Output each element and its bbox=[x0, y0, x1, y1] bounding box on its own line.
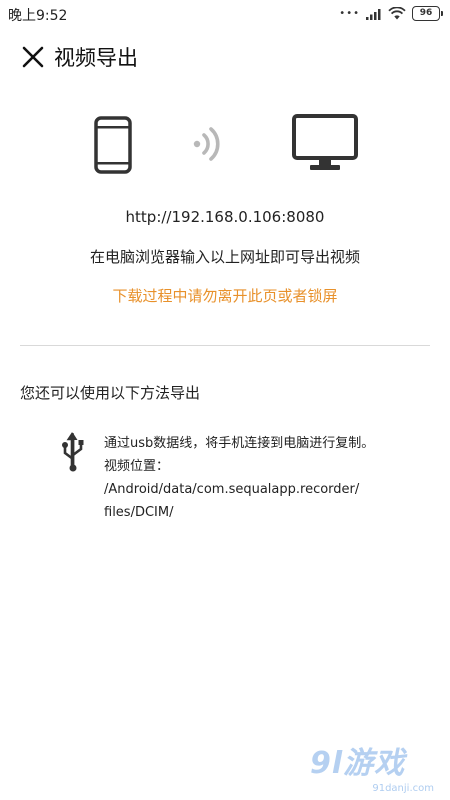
usb-instructions: 通过usb数据线，将手机连接到电脑进行复制。 视频位置： /Android/da… bbox=[104, 432, 424, 524]
wifi-signal-icon bbox=[193, 127, 220, 161]
usb-icon bbox=[62, 432, 84, 472]
alternative-methods-title: 您还可以使用以下方法导出 bbox=[20, 384, 201, 402]
monitor-icon bbox=[292, 114, 358, 170]
watermark-main: 9l游戏 bbox=[310, 746, 406, 781]
divider bbox=[20, 345, 430, 346]
notification-dots-icon: ••• bbox=[339, 8, 360, 19]
cellular-signal-icon bbox=[366, 8, 381, 20]
usb-line: 通过usb数据线，将手机连接到电脑进行复制。 bbox=[104, 436, 375, 451]
status-time: 晚上9:52 bbox=[8, 8, 68, 24]
instruction-text: 在电脑浏览器输入以上网址即可导出视频 bbox=[89, 248, 360, 266]
transfer-illustration bbox=[0, 110, 450, 180]
video-path-line1: /Android/data/com.sequalapp.recorder/ bbox=[104, 482, 360, 497]
battery-icon: 96 bbox=[412, 6, 443, 21]
status-bar: 晚上9:52 ••• 96 bbox=[0, 0, 450, 28]
close-icon bbox=[22, 46, 44, 68]
close-button[interactable] bbox=[20, 44, 46, 70]
video-path-line2: files/DCIM/ bbox=[104, 505, 174, 520]
status-icons: ••• 96 bbox=[339, 6, 443, 21]
wifi-icon bbox=[388, 7, 406, 20]
phone-icon bbox=[94, 116, 132, 174]
warning-text: 下载过程中请勿离开此页或者锁屏 bbox=[112, 287, 338, 305]
server-url[interactable]: http://192.168.0.106:8080 bbox=[0, 208, 450, 226]
location-label: 视频位置： bbox=[104, 459, 170, 474]
watermark-sub: 91danji.com bbox=[372, 783, 434, 794]
header: 视频导出 bbox=[20, 42, 138, 72]
page-title: 视频导出 bbox=[54, 46, 138, 70]
watermark-logo: 9l游戏 91danji.com bbox=[310, 738, 440, 794]
